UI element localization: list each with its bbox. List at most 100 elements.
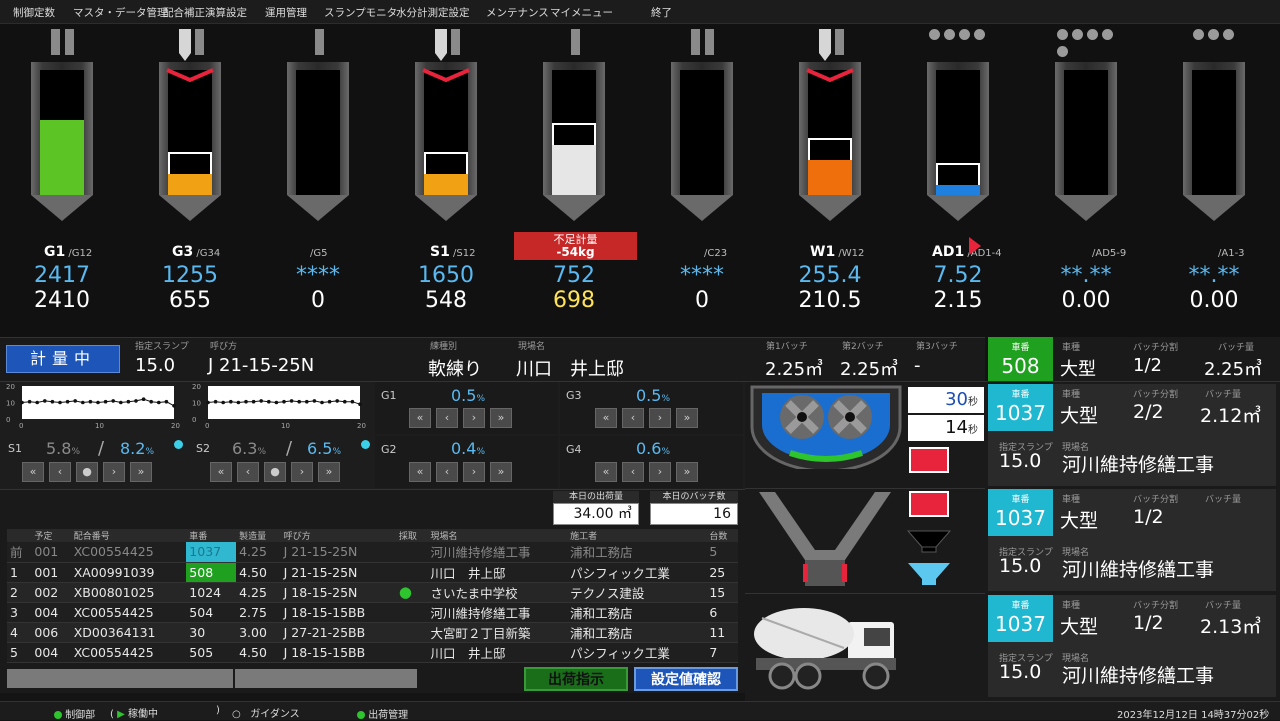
hopper-set-value: 255.4 [798,263,862,288]
g2-cur-value: 0.4 [451,439,477,458]
menu-maintenance[interactable]: メンテナンス [486,5,549,20]
graph-point [164,399,169,404]
car-card[interactable]: 車番 1037 車種 大型 バッチ分割 1/2 バッチ量 指定スランプ 15.0 現場名 河川維持修… [988,489,1276,591]
table-row[interactable]: 3 004 XC00554425 504 2.75 J 18-15-15BB 河川維持修繕工… [7,602,738,623]
g1-back-button[interactable]: ‹ [436,408,458,428]
setting-confirm-button[interactable]: 設定値確認 [634,667,738,691]
table-row[interactable]: 前 001 XC00554425 1037 4.25 J 21-15-25N 河川維持修繕工… [7,542,738,563]
g1-forward-button[interactable]: › [463,408,485,428]
hopper-fill-rim [552,123,596,145]
column-header: 台数 [706,529,738,542]
batch2-value: 2.25㎥ [840,359,899,380]
menu-exit[interactable]: 終了 [651,5,672,20]
table-cell: XC00554425 [70,642,187,663]
table-cell: 川口 井上邸 [427,562,568,583]
hopper-fill [40,120,84,195]
hopper-cone [927,195,989,221]
guidance-status: ○ ガイダンス [232,709,300,720]
table-row[interactable]: 5 004 XC00554425 505 4.50 J 18-15-15BB 川口 井上邸パ… [7,642,738,663]
hopper-4 [543,62,605,225]
car-card[interactable]: 車番 1037 車種 大型 バッチ分割 2/2 バッチ量 2.12㎥ 指定スランプ 15.0 現場名… [988,384,1276,486]
current-split-caption: バッチ分割 [1133,343,1179,353]
g4-fast-back-button[interactable]: « [595,462,617,482]
s2-slash: / [286,438,293,459]
car-card[interactable]: 車番 1037 車種 大型 バッチ分割 1/2 バッチ量 2.13㎥ 指定スランプ 15.0 現場名… [988,595,1276,697]
g4-forward-button[interactable]: › [649,462,671,482]
shipping-status: 出荷管理 [357,706,408,721]
gate-dot [944,29,955,40]
g2-fast-back-button[interactable]: « [409,462,431,482]
moisture-graph-s1: 20 10 0 0 10 20 [6,383,180,430]
table-row[interactable]: 4 006 XD00364131 30 3.00 J 27-21-25BB 大宮町２丁目新築… [7,622,738,643]
gate-icon [927,29,989,57]
gate-bar [315,29,324,55]
menu-my-menu[interactable]: マイメニュー [550,5,613,20]
hopper-cone [543,195,605,221]
s1-forward-button[interactable]: › [103,462,125,482]
gate-bar [451,29,460,55]
table-cell: 004 [31,602,71,623]
table-cell: J 18-15-25N [280,582,396,603]
s1-current: 8.2% [120,439,154,458]
graph-point [335,399,339,403]
hopper-set-value: **** [296,263,340,288]
g4-back-button[interactable]: ‹ [622,462,644,482]
g3-back-button[interactable]: ‹ [622,408,644,428]
ship-instruction-button[interactable]: 出荷指示 [524,667,628,691]
s2-fast-forward-button[interactable]: » [318,462,340,482]
g2-fast-forward-button[interactable]: » [490,462,512,482]
menu-mix-correction[interactable]: 配合補正演算設定 [163,5,247,20]
g1-fast-back-button[interactable]: « [409,408,431,428]
s2-forward-button[interactable]: › [291,462,313,482]
g3-fast-forward-button[interactable]: » [676,408,698,428]
s1-center-button[interactable]: ● [76,462,98,482]
g3-label: G3 [566,389,582,402]
shortage-amount: -54kg [556,245,595,259]
s2-fast-back-button[interactable]: « [210,462,232,482]
hopper-fill-rim [808,138,852,160]
table-row[interactable]: 1 001 XA00991039 508 4.50 J 21-15-25N 川口 井上邸 パシ… [7,562,738,583]
hopper-inner [680,70,724,195]
g4-fast-forward-button[interactable]: » [676,462,698,482]
s1-back-button[interactable]: ‹ [49,462,71,482]
menu-control-constants[interactable]: 制御定数 [13,5,55,20]
g2-forward-button[interactable]: › [463,462,485,482]
gate-icon [819,29,849,61]
current-car-type: 大型 [1060,359,1096,380]
menu-moisture-settings[interactable]: 水分計測定設定 [396,5,470,20]
hopper-set-value: 2417 [34,263,90,288]
hopper-actual-value: 548 [425,288,467,313]
slump-value: 15.0 [999,555,1042,577]
graph-point [289,399,294,403]
gate-dot [1057,29,1068,40]
g3-forward-button[interactable]: › [649,408,671,428]
g1-fast-forward-button[interactable]: » [490,408,512,428]
hopper-fill-rim [168,152,212,174]
graph-point [111,399,115,403]
column-header: 呼び方 [280,529,396,542]
s1-fast-forward-button[interactable]: » [130,462,152,482]
menu-slump-monitor[interactable]: スランプモニタ [324,5,397,20]
g3-fast-back-button[interactable]: « [595,408,617,428]
table-cell: 5 [7,642,32,663]
hopper-actual-value: 655 [169,288,211,313]
g4-adjust-buttons: «‹ ›» [595,462,698,482]
table-row[interactable]: 2 002 XB00801025 1024 4.25 J 18-15-25N ● さいたま中学… [7,582,738,603]
menu-operation[interactable]: 運用管理 [265,5,307,20]
s2-back-button[interactable]: ‹ [237,462,259,482]
site-caption: 現場名 [518,342,546,352]
gate-icon [435,29,465,61]
table-cell: 浦和工務店 [567,542,707,563]
mix-time-2-unit: 秒 [968,425,978,436]
s1-fast-back-button[interactable]: « [22,462,44,482]
table-cell: 7 [706,642,738,663]
weighing-status-button[interactable]: 計量中 [6,345,120,373]
g2-back-button[interactable]: ‹ [436,462,458,482]
gate-dot [1208,29,1219,40]
hopper-name: S1 [430,244,450,260]
s2-center-button[interactable]: ● [264,462,286,482]
menu-master-data[interactable]: マスタ・データ管理 [73,5,168,20]
hopper-actual-value: 0.00 [1189,288,1239,313]
s1-slash: / [98,438,105,459]
s1-prev-value: 5.8 [46,439,72,458]
